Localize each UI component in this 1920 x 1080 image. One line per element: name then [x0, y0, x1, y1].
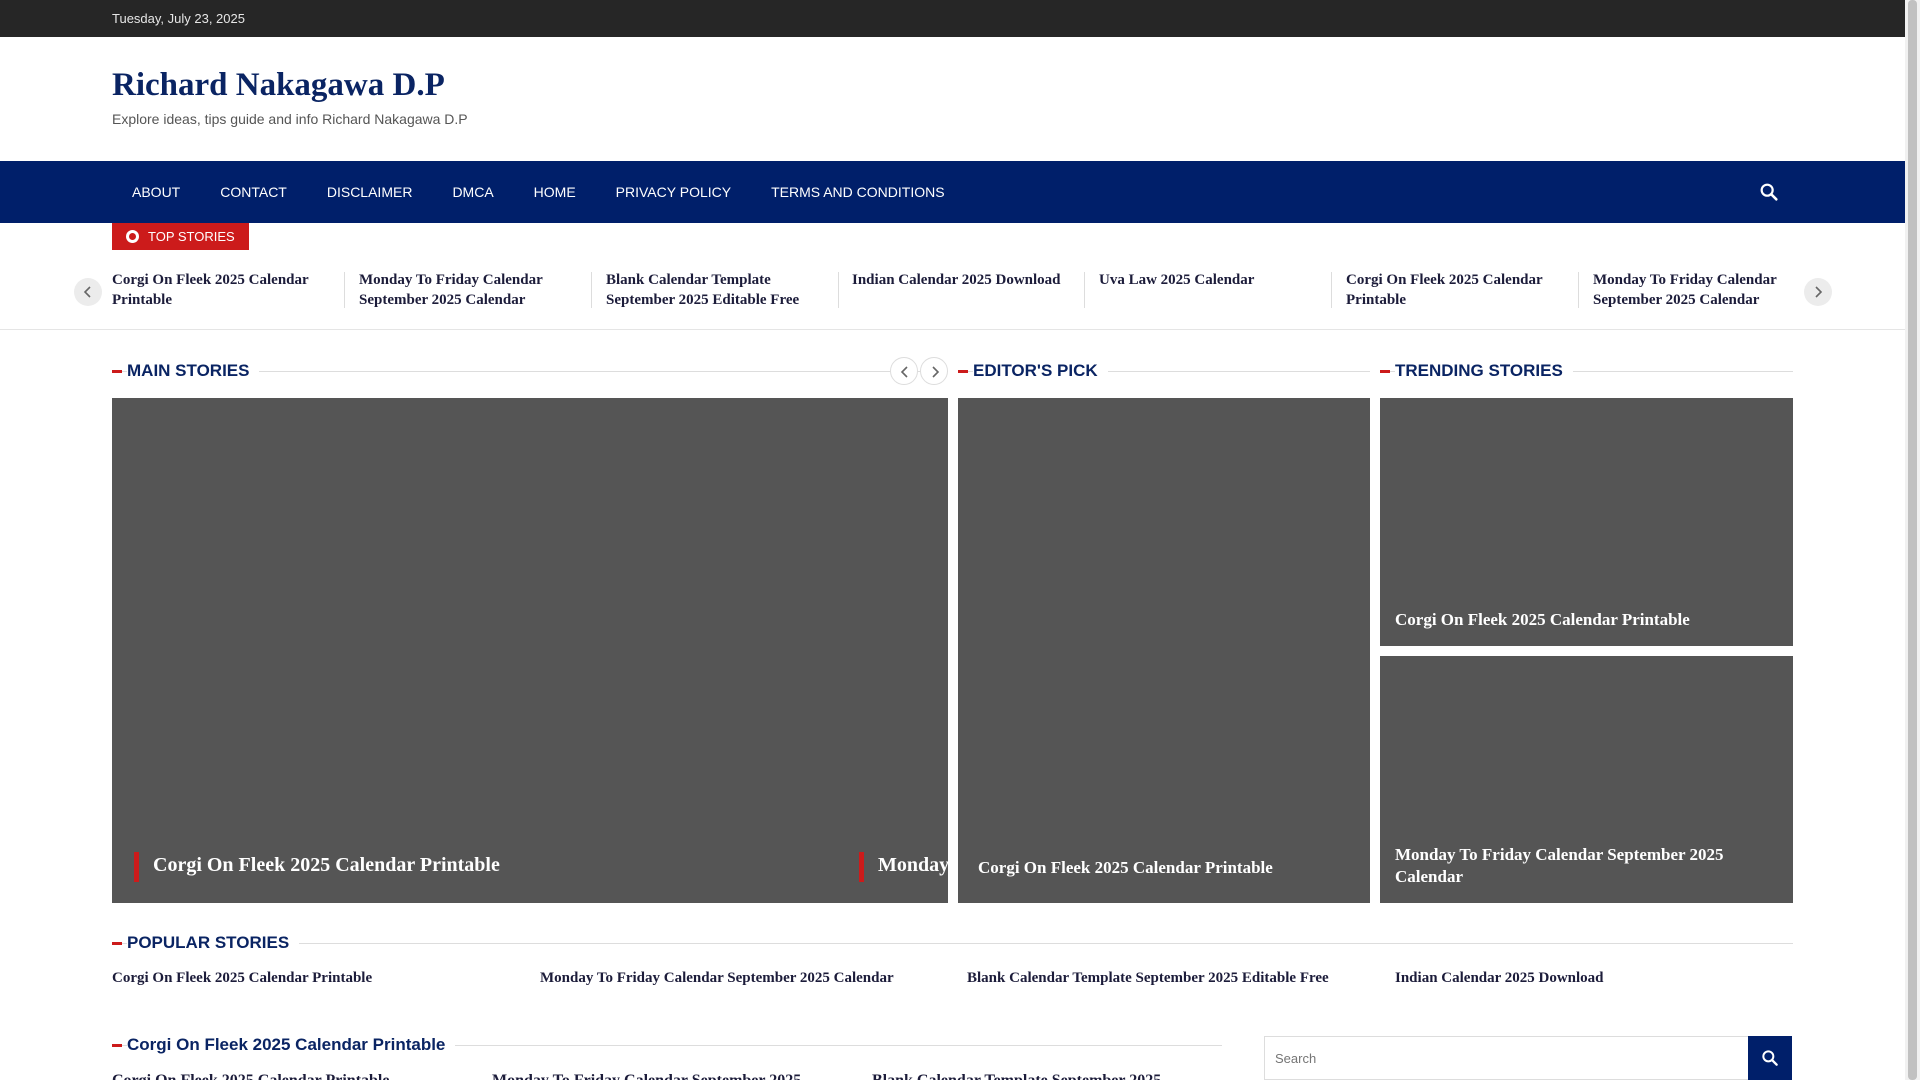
nav-item-contact[interactable]: CONTACT [200, 161, 307, 223]
category-post-title[interactable]: Corgi On Fleek 2025 Calendar Printable [112, 1072, 389, 1080]
ticker-divider [591, 272, 592, 308]
ticker-item[interactable]: Corgi On Fleek 2025 Calendar Printable [112, 270, 334, 310]
top-stories-badge: TOP STORIES [112, 223, 249, 250]
caption-accent [859, 852, 864, 882]
site-title-link[interactable]: Richard Nakagawa D.P [112, 67, 445, 104]
slider-prev-button[interactable] [890, 357, 918, 385]
main-story-title[interactable]: Corgi On Fleek 2025 Calendar Printable [153, 854, 500, 877]
popular-item[interactable]: Monday To Friday Calendar September 2025… [540, 970, 894, 987]
sidebar-search-input[interactable] [1264, 1036, 1749, 1080]
category-header: Corgi On Fleek 2025 Calendar Printable [112, 1035, 1222, 1055]
nav-item-home[interactable]: HOME [514, 161, 596, 223]
trending-card[interactable]: Corgi On Fleek 2025 Calendar Printable [1380, 398, 1793, 646]
nav-item-about[interactable]: ABOUT [112, 161, 200, 223]
category-title[interactable]: Corgi On Fleek 2025 Calendar Printable [127, 1035, 456, 1055]
search-icon [1762, 1050, 1778, 1066]
ticker-divider [1578, 272, 1579, 308]
trending-header: TRENDING STORIES [1380, 361, 1793, 381]
main-story-title[interactable]: Monday [878, 854, 948, 877]
nav-item-privacy-policy[interactable]: PRIVACY POLICY [596, 161, 751, 223]
ticker-divider [1331, 272, 1332, 308]
main-stories-header: MAIN STORIES [112, 361, 948, 381]
ticker-next-button[interactable] [1804, 278, 1832, 306]
popular-header: POPULAR STORIES [112, 933, 1793, 953]
popular-item[interactable]: Indian Calendar 2025 Download [1395, 970, 1604, 987]
nav-item-disclaimer[interactable]: DISCLAIMER [307, 161, 433, 223]
editors-pick-header: EDITOR'S PICK [958, 361, 1370, 381]
ticker-divider [1084, 272, 1085, 308]
popular-item[interactable]: Blank Calendar Template September 2025 E… [967, 970, 1329, 987]
trending-card[interactable]: Monday To Friday Calendar September 2025… [1380, 656, 1793, 903]
current-date: Tuesday, July 23, 2025 [112, 11, 245, 26]
live-dot-icon [126, 230, 139, 243]
ticker-item[interactable]: Monday To Friday Calendar September 2025… [359, 270, 581, 310]
ticker-item[interactable]: Monday To Friday Calendar September 2025… [1593, 270, 1815, 310]
scrollbar-thumb[interactable] [1908, 0, 1917, 1080]
ticker-item[interactable]: Uva Law 2025 Calendar [1099, 270, 1321, 310]
top-bar: Tuesday, July 23, 2025 [0, 0, 1905, 37]
search-icon[interactable] [1758, 181, 1782, 205]
ticker-divider [344, 272, 345, 308]
editors-pick-story-title[interactable]: Corgi On Fleek 2025 Calendar Printable [978, 858, 1273, 878]
trending-title: TRENDING STORIES [1395, 361, 1573, 381]
ticker-item[interactable]: Corgi On Fleek 2025 Calendar Printable [1346, 270, 1568, 310]
popular-item[interactable]: Corgi On Fleek 2025 Calendar Printable [112, 970, 372, 987]
ticker-prev-button[interactable] [74, 278, 102, 306]
caption-accent [134, 852, 139, 882]
nav-item-dmca[interactable]: DMCA [432, 161, 513, 223]
editors-pick-title: EDITOR'S PICK [973, 361, 1108, 381]
top-stories-label: TOP STORIES [148, 229, 235, 244]
slider-next-button[interactable] [920, 357, 948, 385]
ticker-item[interactable]: Blank Calendar Template September 2025 E… [606, 270, 828, 310]
top-stories-ticker: Corgi On Fleek 2025 Calendar Printable M… [0, 250, 1905, 330]
site-header: Richard Nakagawa D.P Explore ideas, tips… [0, 37, 1905, 161]
sidebar-search-button[interactable] [1748, 1036, 1792, 1080]
ticker-divider [838, 272, 839, 308]
trending-story-title[interactable]: Corgi On Fleek 2025 Calendar Printable [1395, 610, 1690, 630]
category-post-title[interactable]: Monday To Friday Calendar September 2025 [492, 1072, 801, 1080]
main-navigation: ABOUT CONTACT DISCLAIMER DMCA HOME PRIVA… [0, 161, 1905, 223]
page-scrollbar[interactable] [1905, 0, 1920, 1080]
ticker-item[interactable]: Indian Calendar 2025 Download [852, 270, 1074, 310]
nav-item-terms[interactable]: TERMS AND CONDITIONS [751, 161, 964, 223]
main-stories-title: MAIN STORIES [127, 361, 260, 381]
category-post-title[interactable]: Blank Calendar Template September 2025 [872, 1072, 1161, 1080]
site-tagline: Explore ideas, tips guide and info Richa… [112, 111, 468, 127]
editors-pick-card[interactable]: Corgi On Fleek 2025 Calendar Printable [958, 398, 1370, 903]
trending-story-title[interactable]: Monday To Friday Calendar September 2025… [1395, 844, 1775, 888]
popular-title: POPULAR STORIES [127, 933, 300, 953]
main-story-slider[interactable]: Corgi On Fleek 2025 Calendar Printable M… [112, 398, 948, 903]
